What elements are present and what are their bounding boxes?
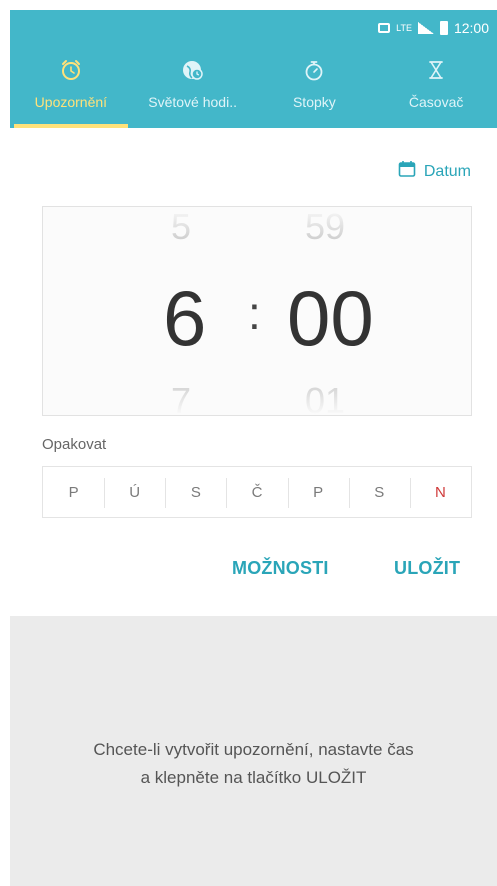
day-saturday[interactable]: S (348, 477, 410, 508)
day-friday[interactable]: P (287, 477, 349, 508)
empty-hint: Chcete-li vytvořit upozornění, nastavte … (10, 736, 497, 792)
app-header: LTE 12:00 Upozornění Světové hodi.. Stop… (10, 10, 497, 128)
tab-bar: Upozornění Světové hodi.. Stopky Časovač (10, 52, 497, 128)
calendar-icon (398, 160, 416, 183)
stopwatch-icon (302, 58, 326, 82)
day-monday[interactable]: P (43, 484, 104, 501)
tab-stopwatch-label: Stopky (292, 94, 336, 110)
hour-next-value[interactable]: 7 (171, 383, 191, 416)
picker-fade-top (43, 207, 471, 257)
tab-world-clock-label: Světové hodi.. (148, 94, 237, 110)
tab-timer-label: Časovač (408, 94, 464, 110)
hour-prev-value[interactable]: 5 (171, 209, 191, 245)
picker-fade-bottom (43, 365, 471, 415)
alarm-screen: LTE 12:00 Upozornění Světové hodi.. Stop… (0, 0, 497, 886)
action-row: MOŽNOSTI ULOŽIT (0, 558, 497, 588)
nfc-icon (378, 23, 391, 33)
hour-value[interactable]: 6 (163, 279, 206, 357)
time-picker: 5 6 7 : 59 00 01 (42, 206, 472, 416)
status-bar: LTE 12:00 (378, 18, 489, 38)
minute-prev-value[interactable]: 59 (305, 209, 345, 245)
signal-icon (417, 22, 434, 34)
save-button[interactable]: ULOŽIT (394, 558, 460, 579)
minute-value[interactable]: 00 (287, 279, 374, 357)
world-clock-icon (181, 58, 205, 82)
hourglass-icon (424, 58, 448, 82)
tab-alarm-label: Upozornění (34, 94, 108, 110)
repeat-label: Opakovat (42, 436, 107, 453)
day-tuesday[interactable]: Ú (104, 477, 165, 508)
tab-stopwatch[interactable]: Stopky (254, 52, 376, 128)
tab-alarm[interactable]: Upozornění (10, 52, 132, 128)
day-thursday[interactable]: Č (226, 477, 287, 508)
repeat-days: P Ú S Č P S N (42, 466, 472, 518)
day-wednesday[interactable]: S (165, 477, 226, 508)
day-sunday[interactable]: N (409, 477, 471, 508)
battery-icon (439, 21, 448, 35)
empty-hint-line-1: Chcete-li vytvořit upozornění, nastavte … (93, 740, 414, 759)
tab-world-clock[interactable]: Světové hodi.. (132, 52, 254, 128)
alarm-clock-icon (59, 58, 83, 82)
options-button[interactable]: MOŽNOSTI (232, 558, 329, 579)
date-button[interactable]: Datum (398, 160, 471, 183)
minute-next-value[interactable]: 01 (305, 383, 345, 416)
tab-timer[interactable]: Časovač (375, 52, 497, 128)
status-time: 12:00 (453, 20, 489, 36)
lte-icon: LTE (396, 22, 412, 33)
time-separator: : (248, 287, 261, 339)
empty-hint-line-2: a klepněte na tlačítko ULOŽIT (140, 768, 367, 787)
empty-alarm-list: Chcete-li vytvořit upozornění, nastavte … (10, 616, 497, 886)
date-button-label: Datum (423, 162, 471, 180)
